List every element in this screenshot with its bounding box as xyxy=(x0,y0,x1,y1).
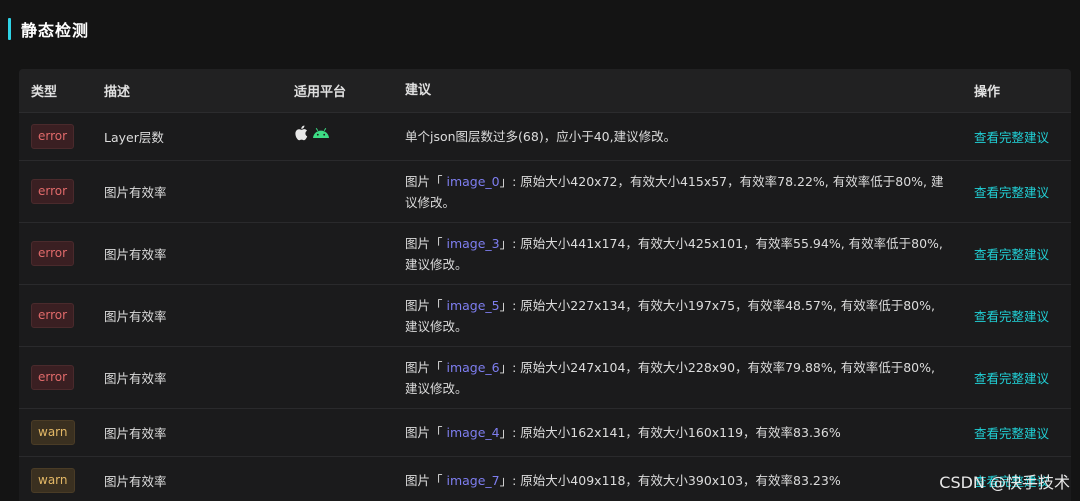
table-row: error 图片有效率 图片「 image_3」: 原始大小441x174，有效… xyxy=(19,223,1071,285)
row-desc: 图片有效率 xyxy=(104,185,167,200)
suggestion-prefix: 图片「 xyxy=(405,473,447,488)
table-row: error 图片有效率 图片「 image_5」: 原始大小227x134，有效… xyxy=(19,285,1071,347)
watermark: CSDN @快手技术 xyxy=(939,473,1070,492)
status-badge: error xyxy=(31,365,75,390)
row-desc: 图片有效率 xyxy=(104,309,167,324)
section-accent-bar xyxy=(8,18,11,40)
status-badge: warn xyxy=(31,468,75,493)
row-suggestion: 图片「 image_6」: 原始大小247x104，有效大小228x90，有效率… xyxy=(405,357,966,399)
suggestion-prefix: 图片「 xyxy=(405,359,447,375)
table-header: 类型 描述 适用平台 建议 操作 xyxy=(19,69,1071,113)
image-name: image_5 xyxy=(446,297,500,313)
row-suggestion: 单个json图层数过多(68)，应小于40,建议修改。 xyxy=(405,129,677,144)
android-icon xyxy=(312,127,330,139)
image-name: image_7 xyxy=(446,473,500,488)
row-desc: 图片有效率 xyxy=(104,426,167,441)
table-row: error 图片有效率 图片「 image_6」: 原始大小247x104，有效… xyxy=(19,347,1071,409)
status-badge: error xyxy=(31,179,75,204)
section-header: 静态检测 xyxy=(8,18,89,40)
row-desc: 图片有效率 xyxy=(104,474,167,489)
image-name: image_3 xyxy=(446,235,500,251)
row-suggestion: 图片「 image_0」: 原始大小420x72，有效大小415x57，有效率7… xyxy=(405,171,966,213)
results-table: 类型 描述 适用平台 建议 操作 error Layer层数 单个json图层数… xyxy=(19,69,1071,501)
table-row: error 图片有效率 图片「 image_0」: 原始大小420x72，有效大… xyxy=(19,161,1071,223)
view-full-suggestion-link[interactable]: 查看完整建议 xyxy=(974,426,1049,441)
row-suggestion: 图片「 image_3」: 原始大小441x174，有效大小425x101，有效… xyxy=(405,233,966,275)
suggestion-prefix: 图片「 xyxy=(405,425,447,440)
suggestion-prefix: 图片「 xyxy=(405,297,447,313)
suggestion-text: 」: 原始大小409x118，有效大小390x103，有效率83.23% xyxy=(499,473,841,488)
image-name: image_6 xyxy=(446,359,500,375)
header-suggestion: 建议 xyxy=(405,83,432,98)
row-suggestion: 图片「 image_7」: 原始大小409x118，有效大小390x103，有效… xyxy=(405,470,966,491)
image-name: image_0 xyxy=(446,173,500,189)
platform-icons xyxy=(294,125,405,141)
header-platform: 适用平台 xyxy=(294,85,347,100)
row-suggestion: 图片「 image_5」: 原始大小227x134，有效大小197x75，有效率… xyxy=(405,295,966,337)
status-badge: error xyxy=(31,124,75,149)
view-full-suggestion-link[interactable]: 查看完整建议 xyxy=(974,309,1049,324)
status-badge: error xyxy=(31,303,75,328)
status-badge: warn xyxy=(31,420,75,445)
row-desc: 图片有效率 xyxy=(104,371,167,386)
view-full-suggestion-link[interactable]: 查看完整建议 xyxy=(974,247,1049,262)
suggestion-prefix: 图片「 xyxy=(405,173,447,189)
header-desc: 描述 xyxy=(104,85,131,100)
table-row: warn 图片有效率 图片「 image_7」: 原始大小409x118，有效大… xyxy=(19,457,1071,501)
header-op: 操作 xyxy=(974,85,1001,100)
suggestion-text: 」: 原始大小162x141，有效大小160x119，有效率83.36% xyxy=(499,425,841,440)
row-desc: Layer层数 xyxy=(104,130,164,145)
section-title: 静态检测 xyxy=(21,21,90,40)
table-row: warn 图片有效率 图片「 image_4」: 原始大小162x141，有效大… xyxy=(19,409,1071,457)
table-row: error Layer层数 单个json图层数过多(68)，应小于40,建议修改… xyxy=(19,113,1071,161)
image-name: image_4 xyxy=(446,425,500,440)
view-full-suggestion-link[interactable]: 查看完整建议 xyxy=(974,130,1049,145)
view-full-suggestion-link[interactable]: 查看完整建议 xyxy=(974,185,1049,200)
view-full-suggestion-link[interactable]: 查看完整建议 xyxy=(974,371,1049,386)
suggestion-prefix: 图片「 xyxy=(405,235,447,251)
header-type: 类型 xyxy=(31,85,58,100)
row-desc: 图片有效率 xyxy=(104,247,167,262)
row-suggestion: 图片「 image_4」: 原始大小162x141，有效大小160x119，有效… xyxy=(405,422,966,443)
status-badge: error xyxy=(31,241,75,266)
apple-icon xyxy=(294,125,308,141)
